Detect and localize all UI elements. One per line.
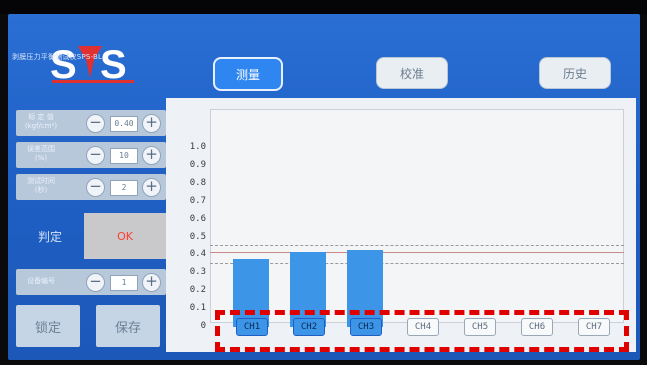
channel-button-ch1[interactable]: CH1 (236, 318, 268, 336)
judgement-panel: 判定 OK (16, 213, 166, 259)
error-range-minus-button[interactable]: − (86, 146, 105, 165)
test-time-plus-button[interactable]: + (142, 178, 161, 197)
channel-button-ch4[interactable]: CH4 (407, 318, 439, 336)
bar-ch3 (347, 250, 383, 327)
device-name: 剥膜压力平衡测试仪SPS-BL (12, 53, 103, 61)
y-tick-label: 0.6 (189, 213, 206, 224)
y-tick-label: 0.3 (189, 267, 206, 278)
reference-line (210, 262, 624, 264)
error-range-value[interactable]: 10 (110, 148, 138, 164)
monitor-bezel (0, 0, 647, 14)
y-tick-label: 0.2 (189, 285, 206, 296)
save-button[interactable]: 保存 (96, 305, 160, 347)
svg-text:S: S (100, 43, 127, 84)
channel-button-ch2[interactable]: CH2 (293, 318, 325, 336)
bar-ch1 (233, 258, 269, 327)
y-tick-label: 0.9 (189, 159, 206, 170)
test-time-row: 测试时间 (秒) − 2 + (16, 174, 166, 200)
error-range-label: 误差范围 (%) (27, 145, 55, 162)
test-time-value[interactable]: 2 (110, 180, 138, 196)
lock-button[interactable]: 锁定 (16, 305, 80, 347)
error-range-plus-button[interactable]: + (142, 146, 161, 165)
tab-measure[interactable]: 测量 (213, 57, 283, 91)
svg-text:S: S (50, 43, 77, 84)
error-range-row: 误差范围 (%) − 10 + (16, 142, 166, 168)
tab-calibrate[interactable]: 校准 (376, 57, 448, 89)
test-time-label: 测试时间 (秒) (27, 177, 55, 194)
device-number-value[interactable]: 1 (110, 275, 138, 291)
tab-history[interactable]: 历史 (539, 57, 611, 89)
plot-area (210, 109, 624, 323)
y-tick-label: 0.7 (189, 195, 206, 206)
y-tick-label: 0.1 (189, 303, 206, 314)
y-tick-label: 0.4 (189, 249, 206, 260)
device-number-plus-button[interactable]: + (142, 273, 161, 292)
y-tick-label: 1.0 (189, 142, 206, 152)
device-number-minus-button[interactable]: − (86, 273, 105, 292)
y-tick-label: 0 (200, 321, 206, 331)
device-number-label: 设备编号 (27, 277, 55, 285)
reference-line (210, 251, 624, 253)
test-time-minus-button[interactable]: − (86, 178, 105, 197)
judgement-label: 判定 (37, 229, 62, 244)
device-number-row: 设备编号 − 1 + (16, 269, 166, 295)
sps-logo: S S (50, 43, 134, 84)
channel-button-ch7[interactable]: CH7 (578, 318, 610, 336)
calibration-minus-button[interactable]: − (86, 114, 105, 133)
calibration-value[interactable]: 0.40 (110, 116, 138, 132)
y-tick-label: 0.8 (189, 177, 206, 188)
chart-panel: 1.0 0.9 0.8 0.7 0.6 0.5 0.4 0.3 0.2 0.1 0 CH1 CH2 CH3… (166, 98, 636, 352)
channel-button-ch5[interactable]: CH5 (464, 318, 496, 336)
channel-button-ch3[interactable]: CH3 (350, 318, 382, 336)
y-tick-label: 0.5 (189, 231, 206, 242)
calibration-label: 标 定 值 (kgf/cm²) (24, 113, 58, 130)
judgement-result: OK (84, 213, 166, 259)
hmi-screen: S S 剥膜压力平衡测试仪SPS-BL 测量 校准 历史 标 定 值 (kgf/… (8, 14, 640, 360)
reference-line (210, 244, 624, 246)
calibration-plus-button[interactable]: + (142, 114, 161, 133)
channel-button-ch6[interactable]: CH6 (521, 318, 553, 336)
bar-ch2 (290, 251, 326, 327)
calibration-row: 标 定 值 (kgf/cm²) − 0.40 + (16, 110, 166, 136)
